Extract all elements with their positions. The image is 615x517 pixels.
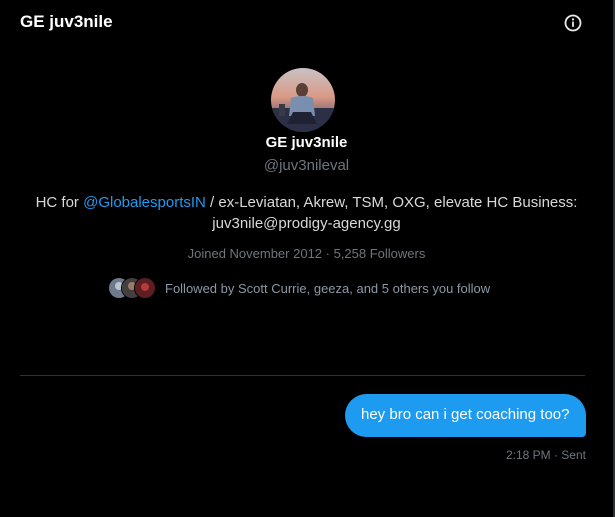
followed-by-text: Followed by Scott Currie, geeza, and 5 o… <box>165 280 491 296</box>
bio-mention-link[interactable]: @GlobalesportsIN <box>83 194 206 211</box>
follower-avatar <box>134 277 156 299</box>
conversation-header: GE juv3nile <box>0 0 613 46</box>
avatar[interactable] <box>271 68 335 132</box>
profile-handle: @juv3nileval <box>263 157 350 174</box>
profile-bio: HC for @GlobalesportsIN / ex-Leviatan, A… <box>30 192 583 234</box>
joined-date: Joined November 2012 <box>187 246 323 261</box>
bio-text-prefix: HC for <box>35 194 84 211</box>
info-icon[interactable] <box>563 13 583 33</box>
conversation-title: GE juv3nile <box>20 12 113 31</box>
followers-count[interactable]: 5,258 Followers <box>334 246 426 261</box>
bio-text-suffix: / ex-Leviatan, Akrew, TSM, OXG, elevate … <box>205 194 578 232</box>
message-timestamp: 2:18 PM · Sent <box>505 448 586 462</box>
meta-separator: · <box>322 246 334 261</box>
profile-meta: Joined November 2012 · 5,258 Followers <box>0 246 613 261</box>
message-bubble[interactable]: hey bro can i get coaching too? <box>345 394 586 437</box>
divider <box>20 375 585 376</box>
followed-by-row[interactable]: Followed by Scott Currie, geeza, and 5 o… <box>108 275 490 301</box>
dm-conversation-panel: GE juv3nile GE juv3nile @juv3nileval HC … <box>0 0 615 517</box>
profile-display-name: GE juv3nile <box>265 134 348 151</box>
